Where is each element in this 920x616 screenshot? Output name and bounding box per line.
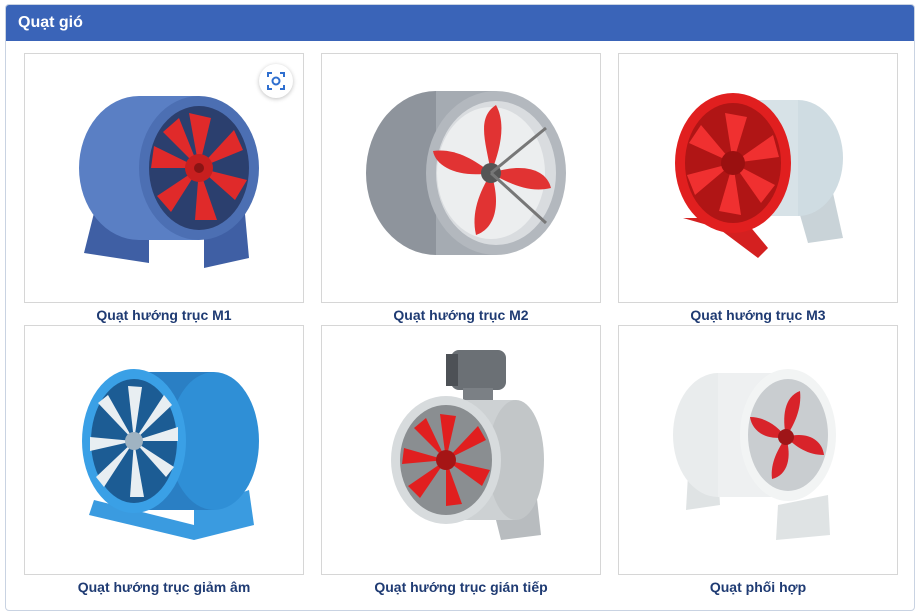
axial-fan-blue-icon	[79, 96, 259, 268]
product-name[interactable]: Quạt hướng trục gián tiếp	[321, 578, 601, 596]
product-image[interactable]	[24, 53, 304, 303]
product-card-m3[interactable]: Quạt hướng trục M3	[618, 53, 898, 325]
panel-title: Quạt gió	[6, 5, 914, 41]
product-image[interactable]	[321, 325, 601, 575]
fan-category-panel: Quạt gió Quạt hướng trục M1 Quạt hướng t…	[5, 4, 915, 611]
product-name[interactable]: Quạt hướng trục giảm âm	[24, 578, 304, 596]
product-name[interactable]: Quạt hướng trục M2	[321, 306, 601, 324]
visual-search-button[interactable]	[259, 64, 293, 98]
mixed-flow-fan-icon	[673, 369, 836, 540]
product-name[interactable]: Quạt hướng trục M3	[618, 306, 898, 324]
product-card-gian-tiep[interactable]: Quạt hướng trục gián tiếp	[321, 325, 601, 597]
product-card-m2[interactable]: Quạt hướng trục M2	[321, 53, 601, 325]
belt-drive-fan-icon	[391, 350, 544, 540]
product-image[interactable]	[24, 325, 304, 575]
product-image[interactable]	[321, 53, 601, 303]
product-image[interactable]	[618, 325, 898, 575]
product-image[interactable]	[618, 53, 898, 303]
product-card-giam-am[interactable]: Quạt hướng trục giảm âm	[24, 325, 304, 597]
product-grid: Quạt hướng trục M1 Quạt hướng trục M2 Qu…	[24, 53, 898, 597]
axial-fan-lightblue-icon	[82, 369, 259, 540]
axial-fan-red-icon	[675, 93, 843, 258]
axial-fan-silver-icon	[366, 91, 566, 255]
product-card-m1[interactable]: Quạt hướng trục M1	[24, 53, 304, 325]
visual-search-icon	[267, 72, 285, 90]
product-name[interactable]: Quạt phối hợp	[618, 578, 898, 596]
product-card-phoi-hop[interactable]: Quạt phối hợp	[618, 325, 898, 597]
product-name[interactable]: Quạt hướng trục M1	[24, 306, 304, 324]
